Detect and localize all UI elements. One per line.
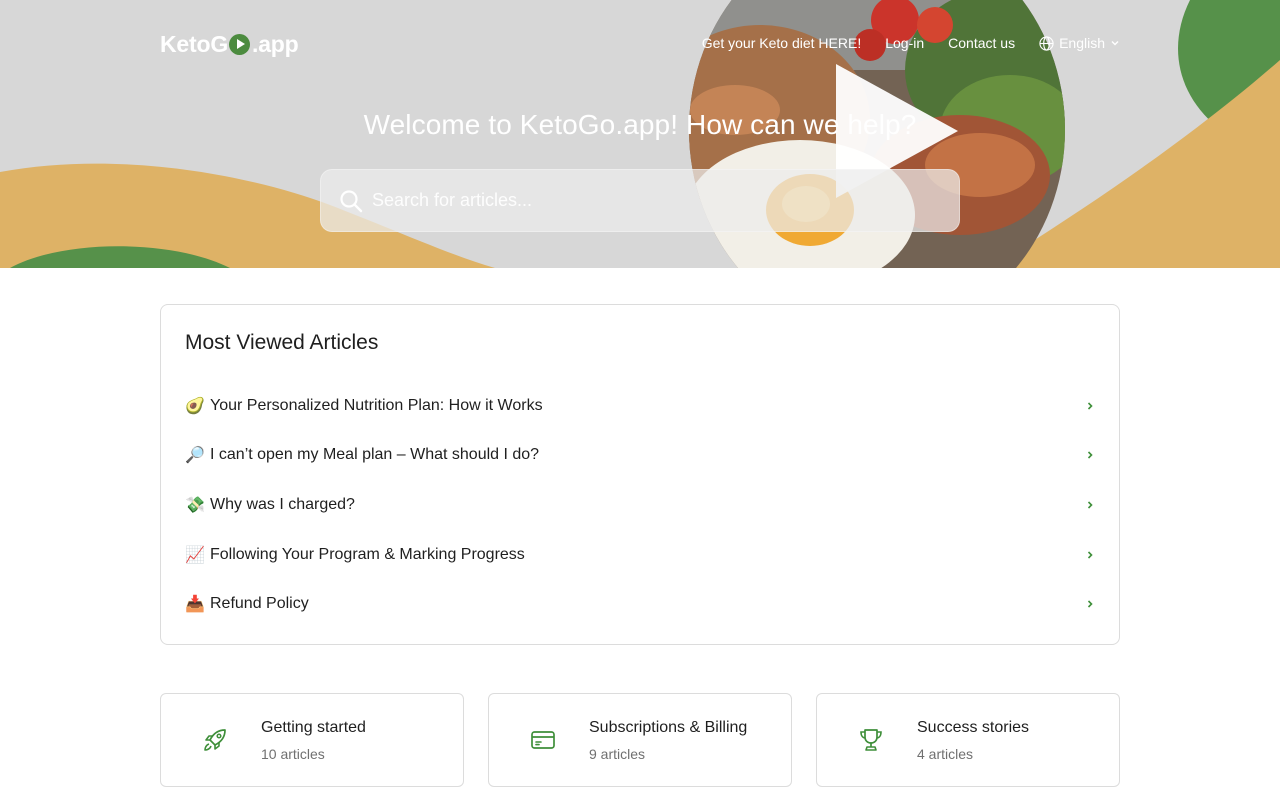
- article-link[interactable]: 💸 Why was I charged?: [185, 480, 1095, 530]
- category-name: Getting started: [261, 718, 366, 736]
- most-viewed-card: Most Viewed Articles 🥑 Your Personalized …: [160, 304, 1120, 645]
- chart-increasing-icon: 📈: [185, 546, 205, 564]
- magnifier-icon: 🔎: [185, 447, 205, 465]
- category-name: Subscriptions & Billing: [589, 718, 748, 736]
- logo-text-app: .app: [252, 30, 299, 57]
- chevron-right-icon: [1087, 551, 1093, 559]
- article-title: Why was I charged?: [210, 495, 355, 513]
- avocado-icon: 🥑: [185, 397, 205, 415]
- article-title: Following Your Program & Marking Progres…: [210, 545, 525, 563]
- top-navigation: Keto G .app Get your Keto diet HERE! Log…: [160, 0, 1120, 86]
- search-input[interactable]: [372, 190, 959, 211]
- language-label: English: [1059, 35, 1105, 51]
- chevron-down-icon: [1111, 41, 1119, 46]
- contact-us-link[interactable]: Contact us: [948, 35, 1015, 51]
- category-count: 4 articles: [917, 745, 974, 762]
- category-getting-started[interactable]: Getting started 10 articles: [160, 693, 464, 787]
- category-count: 9 articles: [589, 745, 646, 762]
- chevron-right-icon: [1087, 600, 1093, 608]
- trophy-icon: [860, 729, 882, 751]
- ketogo-logo[interactable]: Keto G .app: [160, 31, 299, 58]
- header-nav: Get your Keto diet HERE! Log-in Contact …: [702, 35, 1120, 51]
- inbox-tray-icon: 📥: [185, 596, 205, 614]
- hero-title: Welcome to KetoGo.app! How can we help?: [363, 109, 917, 140]
- category-cards: Getting started 10 articles Subscription…: [160, 693, 1120, 787]
- category-success-stories[interactable]: Success stories 4 articles: [816, 693, 1120, 787]
- hero-header: Keto G .app Get your Keto diet HERE! Log…: [0, 0, 1280, 268]
- rocket-icon: [204, 729, 226, 751]
- chevron-right-icon: [1087, 451, 1093, 459]
- get-keto-diet-link[interactable]: Get your Keto diet HERE!: [702, 35, 862, 51]
- article-link[interactable]: 📥 Refund Policy: [185, 579, 1095, 629]
- article-link[interactable]: 🥑 Your Personalized Nutrition Plan: How i…: [185, 381, 1095, 431]
- login-link[interactable]: Log-in: [885, 35, 924, 51]
- article-title: I can’t open my Meal plan – What should …: [210, 446, 540, 464]
- globe-icon: [1039, 35, 1054, 51]
- category-count: 10 articles: [261, 745, 325, 762]
- chevron-right-icon: [1087, 402, 1093, 410]
- credit-card-icon: [531, 731, 555, 749]
- article-title: Your Personalized Nutrition Plan: How it…: [210, 396, 543, 414]
- logo-text-g: G: [210, 30, 229, 57]
- money-icon: 💸: [185, 496, 205, 514]
- language-selector[interactable]: English: [1039, 35, 1120, 51]
- logo-text-keto: Keto: [160, 30, 211, 57]
- search-bar[interactable]: [320, 169, 960, 232]
- search-icon: [340, 189, 363, 212]
- main-content: Most Viewed Articles 🥑 Your Personalized …: [160, 304, 1120, 645]
- article-link[interactable]: 🔎 I can’t open my Meal plan – What should…: [185, 431, 1095, 481]
- most-viewed-heading: Most Viewed Articles: [185, 331, 379, 354]
- category-name: Success stories: [917, 718, 1030, 736]
- article-title: Refund Policy: [210, 595, 309, 613]
- category-subscriptions-billing[interactable]: Subscriptions & Billing 9 articles: [488, 693, 792, 787]
- chevron-right-icon: [1087, 501, 1093, 509]
- article-link[interactable]: 📈 Following Your Program & Marking Progre…: [185, 530, 1095, 580]
- play-logo-icon: [229, 33, 251, 55]
